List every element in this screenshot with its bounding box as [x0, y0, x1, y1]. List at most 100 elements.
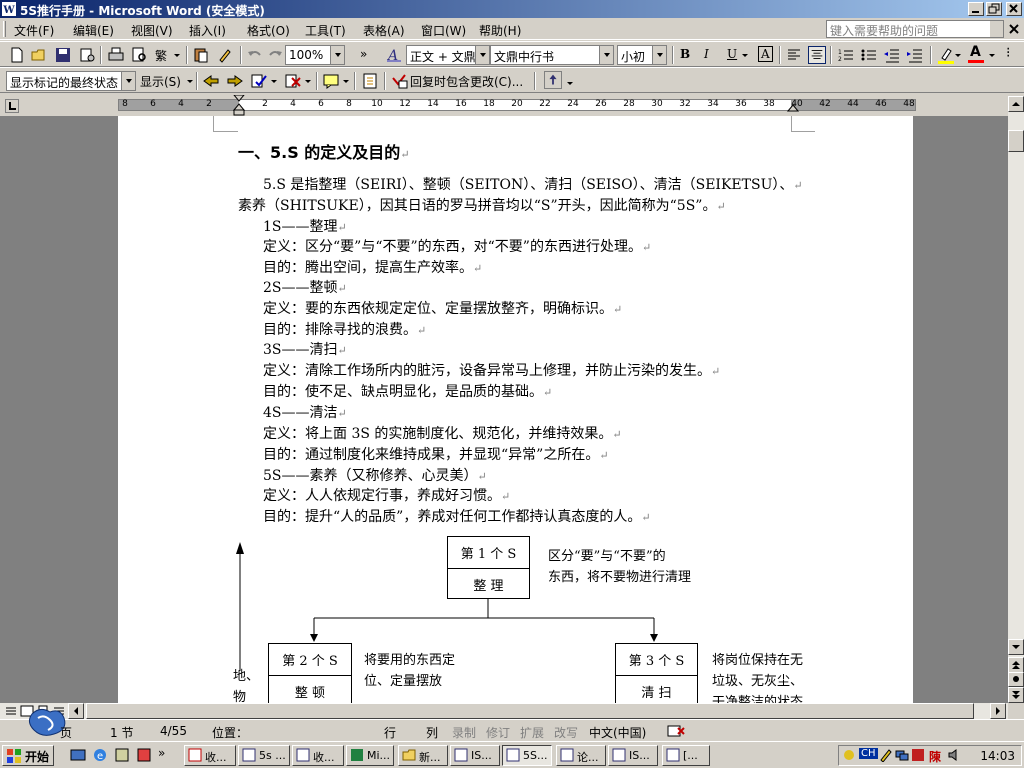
indent-marker-icon[interactable]: [233, 95, 245, 117]
menu-table[interactable]: 表格(A): [363, 22, 405, 39]
input-language-indicator[interactable]: CH: [859, 748, 878, 759]
menu-edit[interactable]: 编辑(E): [73, 22, 114, 39]
taskbar-item[interactable]: 收...: [292, 745, 344, 766]
zoom-select[interactable]: 100%: [285, 45, 345, 65]
horizontal-ruler[interactable]: 8 6 4 2 2 4 6 8 10 12 14 16 18 20 22 24 …: [118, 95, 916, 116]
font-size-dropdown-icon[interactable]: [652, 46, 666, 64]
toolbar-options-button[interactable]: ⁝: [1006, 45, 1010, 61]
font-size-select[interactable]: 小初: [617, 45, 667, 65]
zoom-dropdown-icon[interactable]: [330, 46, 344, 64]
chevron-down-icon[interactable]: [741, 46, 749, 64]
horizontal-scroll-thumb[interactable]: [86, 703, 974, 719]
reply-with-changes-icon[interactable]: [390, 72, 408, 90]
paste-icon[interactable]: [192, 46, 210, 64]
chevron-down-icon[interactable]: [342, 72, 350, 90]
numbered-list-icon[interactable]: 12: [837, 46, 855, 64]
scroll-right-button[interactable]: [990, 703, 1006, 719]
horizontal-scrollbar[interactable]: [0, 703, 1008, 719]
taskbar-item[interactable]: [...: [662, 745, 710, 766]
scroll-up-button[interactable]: [1008, 96, 1024, 112]
help-search-input[interactable]: 键入需要帮助的问题: [826, 20, 1004, 38]
quick-launch-app-icon[interactable]: [136, 747, 152, 763]
taskbar-item[interactable]: 论...: [556, 745, 606, 766]
previous-change-icon[interactable]: [202, 72, 220, 90]
display-for-review-select[interactable]: 显示标记的最终状态: [6, 71, 136, 91]
chevron-down-icon[interactable]: [566, 72, 574, 90]
character-border-button[interactable]: A: [758, 46, 773, 62]
show-menu-button[interactable]: 显示(S): [140, 73, 181, 90]
tray-pen-icon[interactable]: [879, 748, 893, 762]
taskbar-item-active[interactable]: 5S...: [502, 745, 552, 766]
restore-button[interactable]: [986, 2, 1002, 16]
decrease-indent-icon[interactable]: [883, 46, 901, 64]
document-close-icon[interactable]: [1007, 22, 1021, 36]
underline-button[interactable]: U: [727, 47, 737, 61]
menu-window[interactable]: 窗口(W): [421, 22, 466, 39]
document-page[interactable]: 一、5.S 的定义及目的↵ 5.S 是指整理（SEIRI）、整顿（SEITON）…: [118, 116, 913, 703]
tray-ime-icon[interactable]: 陳: [929, 748, 941, 765]
permission-icon[interactable]: [78, 46, 96, 64]
quick-launch-app-icon[interactable]: [114, 747, 130, 763]
vertical-scroll-thumb[interactable]: [1008, 130, 1024, 152]
status-ext[interactable]: 扩展: [520, 724, 544, 741]
print-icon[interactable]: [107, 46, 125, 64]
italic-button[interactable]: I: [704, 47, 709, 61]
new-comment-icon[interactable]: [322, 72, 340, 90]
taskbar-item[interactable]: Mi...: [346, 745, 394, 766]
menu-format[interactable]: 格式(O): [247, 22, 290, 39]
tray-app-icon[interactable]: [842, 748, 856, 762]
start-button[interactable]: 开始: [2, 745, 54, 766]
print-preview-icon[interactable]: [130, 46, 148, 64]
show-desktop-icon[interactable]: [70, 747, 86, 763]
menu-file[interactable]: 文件(F): [14, 22, 54, 39]
taskbar-item[interactable]: IS...: [608, 745, 658, 766]
highlight-icon[interactable]: [937, 46, 955, 64]
style-select[interactable]: 正文 + 文鼎: [406, 45, 490, 65]
tray-network-icon[interactable]: [895, 748, 909, 762]
reviewing-pane-icon[interactable]: [362, 72, 380, 90]
status-ovr[interactable]: 改写: [554, 724, 578, 741]
taskbar-item[interactable]: 新...: [398, 745, 448, 766]
font-select[interactable]: 文鼎中行书: [490, 45, 614, 65]
internet-explorer-icon[interactable]: e: [92, 747, 108, 763]
save-icon[interactable]: [54, 46, 72, 64]
tab-selector[interactable]: [5, 99, 19, 113]
menu-view[interactable]: 视图(V): [131, 22, 173, 39]
chevron-down-icon[interactable]: [173, 46, 181, 64]
accept-change-icon[interactable]: [250, 72, 268, 90]
quick-launch-more-button[interactable]: »: [158, 746, 165, 760]
chevron-down-icon[interactable]: [954, 46, 962, 64]
display-mode-dropdown-icon[interactable]: [121, 72, 135, 90]
chevron-down-icon[interactable]: [304, 72, 312, 90]
new-document-icon[interactable]: [8, 46, 26, 64]
align-left-icon[interactable]: [785, 46, 803, 64]
previous-page-button[interactable]: [1008, 657, 1024, 673]
help-dropdown-button[interactable]: [990, 21, 1003, 37]
normal-view-icon[interactable]: [4, 705, 18, 717]
status-rec[interactable]: 录制: [452, 724, 476, 741]
font-color-button[interactable]: A: [970, 44, 981, 60]
traditional-simplified-button[interactable]: 繁: [155, 47, 167, 64]
bold-button[interactable]: B: [680, 47, 690, 61]
menu-insert[interactable]: 插入(I): [189, 22, 226, 39]
select-browse-object-button[interactable]: [1008, 672, 1024, 687]
menu-tools[interactable]: 工具(T): [305, 22, 346, 39]
open-folder-icon[interactable]: [30, 46, 48, 64]
format-painter-icon[interactable]: [216, 46, 234, 64]
tray-app-icon[interactable]: [911, 748, 925, 762]
redo-icon[interactable]: [266, 46, 284, 64]
toolbar-options-button[interactable]: »: [360, 47, 367, 61]
reply-with-changes-button[interactable]: 回复时包含更改(C)...: [410, 73, 523, 90]
next-change-icon[interactable]: [226, 72, 244, 90]
taskbar-item[interactable]: 收...: [184, 745, 236, 766]
menu-help[interactable]: 帮助(H): [479, 22, 521, 39]
font-dropdown-icon[interactable]: [599, 46, 613, 64]
spelling-status-icon[interactable]: [666, 724, 686, 738]
align-center-icon[interactable]: [808, 46, 826, 64]
chevron-down-icon[interactable]: [186, 72, 194, 90]
clock[interactable]: 14:03: [980, 749, 1015, 763]
vertical-scrollbar[interactable]: [1008, 96, 1024, 703]
next-page-button[interactable]: [1008, 687, 1024, 703]
undo-icon[interactable]: [246, 46, 264, 64]
style-dropdown-icon[interactable]: [475, 46, 489, 64]
